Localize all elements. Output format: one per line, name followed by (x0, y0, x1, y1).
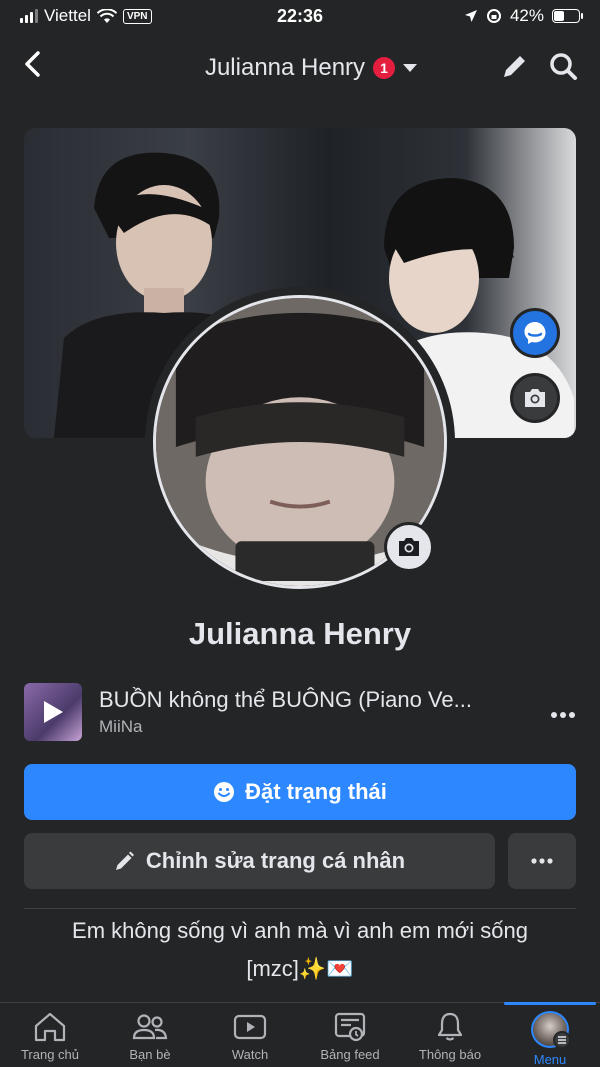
more-options-button[interactable] (508, 833, 576, 889)
nav-menu[interactable]: Menu (500, 1002, 600, 1067)
bottom-navigation: Trang chủ Bạn bè Watch Bảng feed Thông b… (0, 1002, 600, 1067)
battery-icon (552, 9, 583, 23)
nav-label: Bạn bè (129, 1047, 171, 1062)
wifi-icon (96, 8, 117, 23)
profile-music[interactable]: BUỒN không thể BUÔNG (Piano Ve... MiiNa (24, 682, 576, 742)
menu-icon (553, 1031, 571, 1049)
divider (24, 908, 576, 909)
feed-icon (334, 1012, 366, 1042)
caret-down-icon (403, 64, 418, 72)
status-bar: Viettel VPN 22:36 42% (0, 0, 600, 32)
search-button[interactable] (548, 51, 578, 86)
nav-notifications[interactable]: Thông báo (400, 1003, 500, 1067)
more-horizontal-icon (551, 712, 575, 718)
set-status-label: Đặt trạng thái (245, 779, 387, 804)
bio-line: Em không sống vì anh mà vì anh em mới số… (72, 918, 528, 943)
smiley-icon (214, 782, 235, 802)
nav-label: Thông báo (418, 1047, 482, 1062)
play-icon (44, 701, 63, 723)
music-thumbnail[interactable] (24, 683, 82, 741)
nav-friends[interactable]: Bạn bè (100, 1003, 200, 1067)
messenger-button[interactable] (510, 308, 560, 358)
nav-label: Bảng feed (320, 1047, 380, 1062)
music-more-button[interactable] (540, 698, 576, 726)
profile-bio: Em không sống vì anh mà vì anh em mới số… (30, 912, 570, 988)
home-icon (34, 1012, 66, 1042)
back-button[interactable] (22, 50, 52, 86)
nav-feeds[interactable]: Bảng feed (300, 1003, 400, 1067)
menu-avatar-icon (531, 1011, 571, 1049)
friends-icon (132, 1014, 168, 1040)
account-switcher[interactable]: Julianna Henry 1 (122, 54, 500, 82)
nav-label: Menu (533, 1052, 567, 1067)
nav-watch[interactable]: Watch (200, 1003, 300, 1067)
bell-icon (437, 1012, 463, 1041)
camera-icon (399, 538, 419, 556)
set-status-button[interactable]: Đặt trạng thái (24, 764, 576, 820)
signal-icon (20, 9, 38, 23)
edit-profile-label: Chỉnh sửa trang cá nhân (145, 848, 406, 873)
profile-header: Julianna Henry 1 (0, 32, 600, 104)
header-title: Julianna Henry (204, 54, 366, 81)
pencil-icon (115, 851, 134, 870)
music-artist: MiiNa (99, 717, 143, 736)
rotation-lock-icon (486, 9, 501, 23)
vpn-badge: VPN (122, 8, 152, 24)
search-icon (550, 52, 577, 80)
camera-icon (525, 389, 545, 407)
bio-line: [mzc]✨💌 (246, 956, 354, 981)
nav-home[interactable]: Trang chủ (0, 1003, 100, 1067)
nav-label: Trang chủ (20, 1047, 80, 1062)
change-profile-picture-button[interactable] (384, 522, 434, 572)
carrier-label: Viettel (44, 6, 91, 25)
edit-profile-button[interactable]: Chỉnh sửa trang cá nhân (24, 833, 495, 889)
watch-icon (233, 1014, 267, 1040)
location-icon (464, 10, 477, 22)
edit-button[interactable] (500, 51, 530, 86)
pencil-icon (504, 53, 528, 77)
more-horizontal-icon (531, 858, 553, 864)
battery-percent: 42% (509, 6, 544, 25)
clock: 22:36 (276, 5, 324, 26)
music-title: BUỒN không thể BUÔNG (Piano Ve... (99, 687, 472, 712)
notification-badge: 1 (373, 57, 396, 79)
messenger-icon (524, 322, 546, 344)
change-cover-button[interactable] (510, 373, 560, 423)
profile-name: Julianna Henry (188, 616, 412, 651)
nav-label: Watch (231, 1047, 269, 1062)
chevron-left-icon (25, 51, 40, 77)
